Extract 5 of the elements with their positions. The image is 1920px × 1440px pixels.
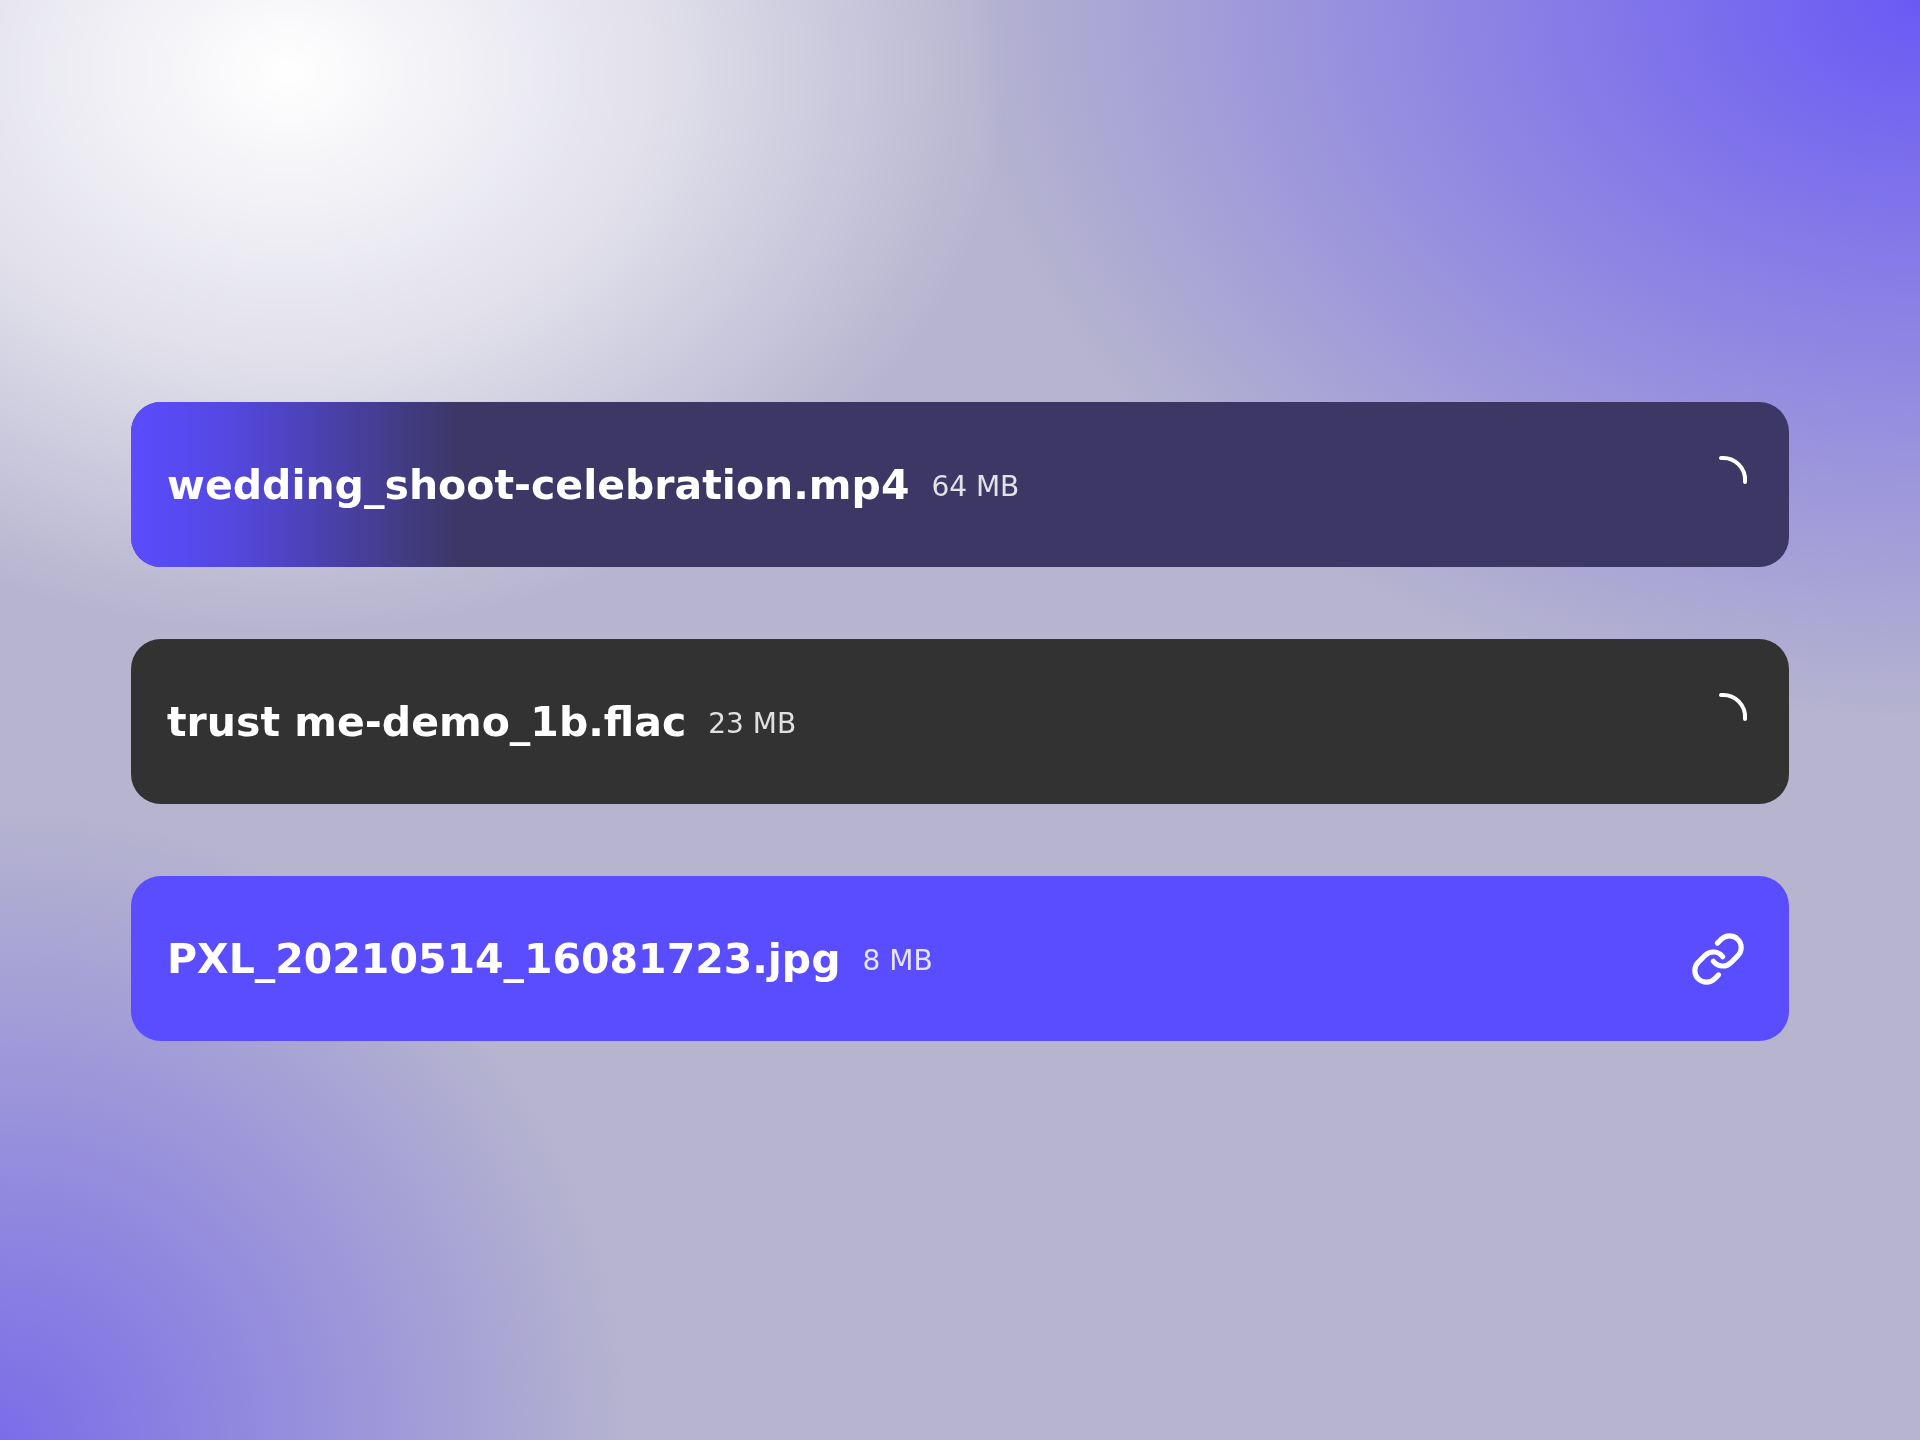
file-size: 8 MB <box>862 944 933 977</box>
file-size: 23 MB <box>708 707 797 740</box>
file-name: PXL_20210514_16081723.jpg <box>167 934 841 983</box>
file-size: 64 MB <box>931 470 1020 503</box>
file-name: trust me-demo_1b.flac <box>167 697 687 746</box>
